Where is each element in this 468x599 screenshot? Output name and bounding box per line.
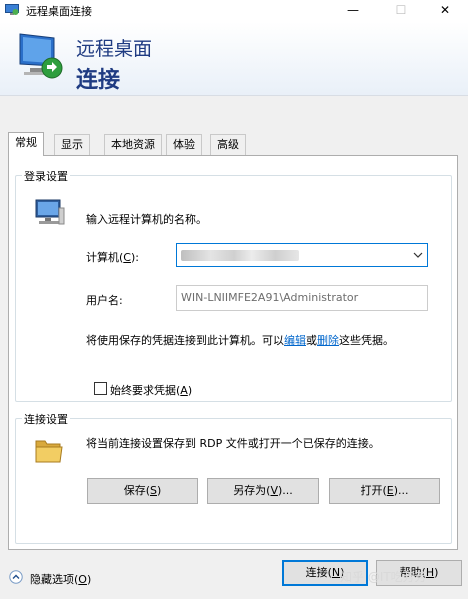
general-tab-panel: 登录设置 输入远程计算机的名称。 计算机(C): 用户名: WIN-LNIIMF… — [8, 155, 458, 550]
tab-advanced[interactable]: 高级 — [210, 134, 246, 155]
tab-local-resources[interactable]: 本地资源 — [104, 134, 162, 155]
computer-name-prompt: 输入远程计算机的名称。 — [86, 213, 207, 226]
save-as-button[interactable]: 另存为(V)... — [207, 478, 319, 504]
tab-experience[interactable]: 体验 — [166, 134, 202, 155]
computer-name-value-redacted — [181, 250, 299, 261]
watermark: 知乎 @IT吃芳芳 — [340, 570, 427, 584]
username-field: WIN-LNIIMFE2A91\Administrator — [176, 285, 428, 311]
connection-settings-group: 连接设置 将当前连接设置保存到 RDP 文件或打开一个已保存的连接。 保存(S)… — [15, 411, 452, 544]
remote-desktop-app-icon — [5, 4, 19, 15]
close-icon[interactable]: ✕ — [422, 0, 468, 22]
minimize-icon[interactable]: — — [330, 0, 376, 22]
delete-credentials-link[interactable]: 删除 — [317, 334, 339, 347]
connection-settings-title: 连接设置 — [22, 411, 70, 427]
header-title-line1: 远程桌面 — [76, 38, 153, 60]
computer-name-combobox[interactable] — [176, 243, 428, 267]
computer-label: 计算机(C): — [86, 251, 139, 264]
window-title: 远程桌面连接 — [26, 5, 92, 18]
connection-settings-description: 将当前连接设置保存到 RDP 文件或打开一个已保存的连接。 — [86, 437, 380, 450]
credentials-info: 将使用保存的凭据连接到此计算机。可以编辑或删除这些凭据。 — [86, 334, 394, 347]
remote-desktop-monitor-icon — [19, 33, 63, 79]
always-ask-credentials-label[interactable]: 始终要求凭据(A) — [110, 382, 192, 398]
tab-general[interactable]: 常规 — [8, 132, 44, 156]
tab-display[interactable]: 显示 — [54, 134, 90, 155]
hide-options-link[interactable]: 隐藏选项(O) — [30, 571, 91, 587]
open-button[interactable]: 打开(E)... — [329, 478, 440, 504]
collapse-options-icon[interactable] — [9, 570, 23, 584]
title-bar: 远程桌面连接 — ☐ ✕ — [0, 0, 468, 22]
header-title-line2: 连接 — [76, 68, 121, 93]
username-label: 用户名: — [86, 294, 123, 307]
chevron-down-icon[interactable] — [413, 250, 423, 260]
edit-credentials-link[interactable]: 编辑 — [284, 334, 306, 347]
header-banner: 远程桌面 连接 — [0, 22, 468, 96]
always-ask-credentials-checkbox[interactable] — [94, 382, 107, 395]
computer-icon — [35, 199, 65, 225]
login-settings-group: 登录设置 输入远程计算机的名称。 计算机(C): 用户名: WIN-LNIIMF… — [15, 168, 452, 402]
save-button[interactable]: 保存(S) — [87, 478, 198, 504]
login-settings-title: 登录设置 — [22, 168, 70, 184]
folder-icon — [35, 440, 63, 463]
maximize-icon[interactable]: ☐ — [378, 0, 424, 22]
